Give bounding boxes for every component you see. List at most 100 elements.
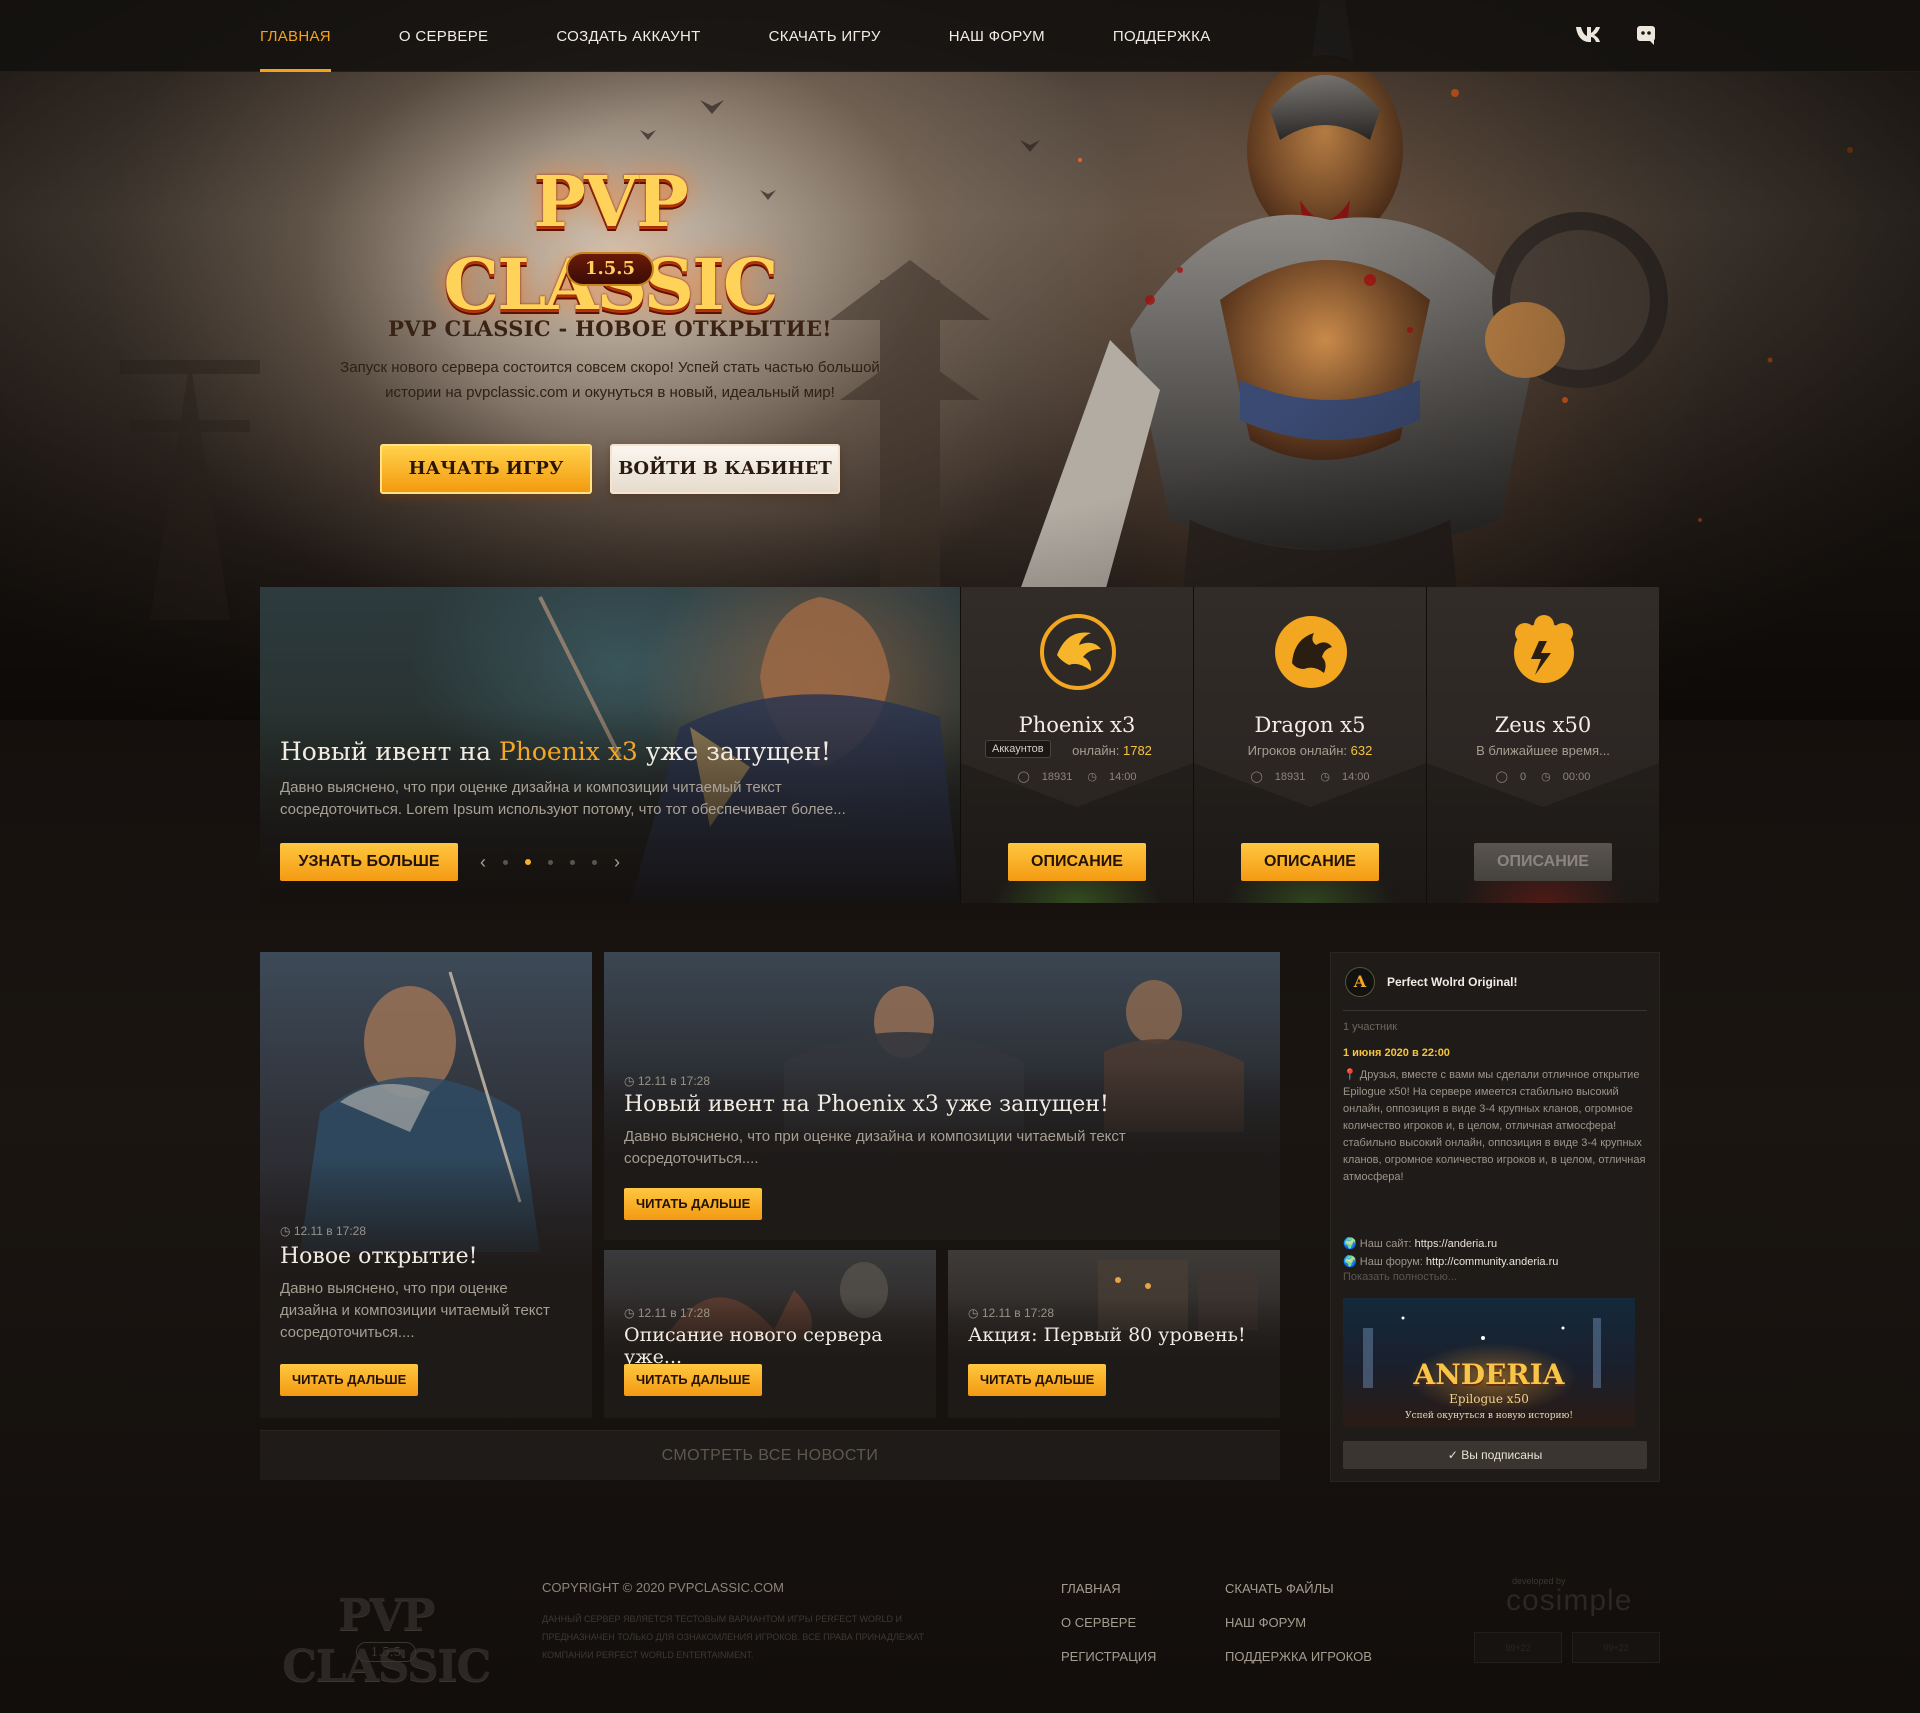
stats-counter[interactable]: 99+22 [1572, 1632, 1660, 1663]
divider [1343, 1010, 1647, 1011]
hero-subtitle-line: истории на pvpclassic.com и окунуться в … [385, 384, 835, 401]
hero-title: PVP CLASSIC - НОВОЕ ОТКРЫТИЕ! [388, 316, 832, 341]
footer-links-col1: ГЛАВНАЯ О СЕРВЕРЕ РЕГИСТРАЦИЯ [1061, 1572, 1156, 1674]
server-online-value: 632 [1350, 743, 1373, 758]
server-description-button[interactable]: ОПИСАНИЕ [1008, 843, 1146, 881]
hero-logo-text: PVP CLASSIC [443, 160, 778, 326]
site-label: Наш сайт: [1359, 1238, 1415, 1250]
zeus-emblem-icon [1514, 615, 1574, 683]
top-navigation-bar: ГЛАВНАЯ О СЕРВЕРЕ СОЗДАТЬ АККАУНТ СКАЧАТ… [0, 0, 1920, 72]
news-title: Акция: Первый 80 уровень! [968, 1324, 1246, 1346]
slider-dot-active[interactable] [525, 859, 531, 865]
slider-title-text: Новый ивент на [280, 737, 499, 766]
server-online: онлайн: 1782 [961, 743, 1193, 758]
subscribed-button[interactable]: ✓ Вы подписаны [1343, 1441, 1647, 1469]
clock-icon: ◷ [968, 1306, 982, 1320]
server-card-zeus: Zeus x50 В ближайшее время... ◯ 0 ◷ 00:00 … [1426, 587, 1659, 903]
show-more-link[interactable]: Показать полностью... [1343, 1271, 1457, 1283]
chevron-left-icon[interactable]: ‹ [480, 853, 486, 871]
discord-icon[interactable] [1632, 24, 1660, 48]
footer-link-forum[interactable]: НАШ ФОРУМ [1225, 1606, 1372, 1640]
server-meta: ◯ 18931 ◷ 14:00 [961, 770, 1193, 783]
slider-title-text: уже запущен! [637, 737, 831, 766]
server-meta: ◯ 0 ◷ 00:00 [1427, 770, 1659, 783]
stats-counter[interactable]: 99+22 [1474, 1632, 1562, 1663]
footer-link-home[interactable]: ГЛАВНАЯ [1061, 1572, 1156, 1606]
hero-logo-version: 1.5.5 [566, 252, 654, 286]
clock-icon: ◷ [1087, 771, 1098, 783]
server-name: Phoenix x3 [1018, 713, 1136, 737]
user-icon: ◯ [1017, 771, 1030, 783]
news-date-text: 12.11 в 17:28 [293, 1224, 367, 1238]
post-image-title: ANDERIA [1413, 1358, 1565, 1391]
pin-icon: 📍 [1343, 1069, 1357, 1081]
forum-link[interactable]: http://community.anderia.ru [1426, 1256, 1558, 1268]
group-avatar[interactable]: A [1345, 967, 1375, 997]
server-description-button-disabled[interactable]: ОПИСАНИЕ [1474, 843, 1612, 881]
clock-icon: ◷ [624, 1074, 638, 1088]
user-icon: ◯ [1495, 771, 1508, 783]
server-online-value: 1782 [1122, 743, 1152, 758]
news-title: Новый ивент на Phoenix x3 уже запущен! [624, 1092, 1109, 1117]
read-more-button[interactable]: ЧИТАТЬ ДАЛЬШЕ [280, 1364, 419, 1396]
slider-dot[interactable] [503, 859, 508, 865]
post-date[interactable]: 1 июня 2020 в 22:00 [1343, 1047, 1450, 1059]
nav-forum[interactable]: НАШ ФОРУМ [949, 0, 1045, 72]
slider-dot[interactable] [592, 859, 597, 865]
all-news-button[interactable]: СМОТРЕТЬ ВСЕ НОВОСТИ [260, 1430, 1280, 1480]
globe-icon: 🌍 [1343, 1256, 1360, 1268]
server-name: Dragon x5 [1254, 713, 1366, 737]
server-accounts: 18931 [1274, 771, 1306, 783]
globe-icon: 🌍 [1343, 1238, 1360, 1250]
nav-home[interactable]: ГЛАВНАЯ [260, 0, 331, 72]
event-slider: Новый ивент на Phoenix x3 уже запущен! Д… [260, 587, 960, 903]
server-description-button[interactable]: ОПИСАНИЕ [1241, 843, 1379, 881]
server-meta: ◯ 18931 ◷ 14:00 [1194, 770, 1426, 783]
news-card-small: ◷ 12.11 в 17:28 Описание нового сервера … [604, 1250, 936, 1418]
vk-icon[interactable] [1574, 24, 1602, 48]
slider-dot[interactable] [548, 859, 553, 865]
main-nav: ГЛАВНАЯ О СЕРВЕРЕ СОЗДАТЬ АККАУНТ СКАЧАТ… [260, 0, 1279, 72]
server-card-dragon: Dragon x5 Игроков онлайн: 632 ◯ 18931 ◷ 14… [1193, 587, 1426, 903]
news-title: Новое открытие! [280, 1244, 478, 1269]
server-time: 14:00 [1109, 771, 1137, 783]
forum-label: Наш форум: [1359, 1256, 1426, 1268]
read-more-button[interactable]: ЧИТАТЬ ДАЛЬШЕ [624, 1188, 763, 1220]
slider-text: Давно выяснено, что при оценке дизайна и… [280, 779, 846, 818]
footer-legal-text: Данный сервер является тестовым варианто… [542, 1614, 925, 1660]
server-accounts: 18931 [1041, 771, 1073, 783]
site-link[interactable]: https://anderia.ru [1415, 1238, 1498, 1250]
server-name: Zeus x50 [1494, 713, 1592, 737]
read-more-button[interactable]: ЧИТАТЬ ДАЛЬШЕ [624, 1364, 763, 1396]
news-date: ◷ 12.11 в 17:28 [968, 1306, 1054, 1320]
server-online-label: В ближайшее время... [1476, 743, 1610, 758]
server-time: 14:00 [1342, 771, 1370, 783]
login-cabinet-button[interactable]: ВОЙТИ В КАБИНЕТ [610, 444, 840, 494]
user-icon: ◯ [1250, 771, 1263, 783]
news-title: Описание нового сервера уже... [624, 1324, 883, 1368]
clock-icon: ◷ [1541, 771, 1551, 783]
hero-subtitle: Запуск нового сервера состоится совсем с… [310, 355, 910, 405]
group-name[interactable]: Perfect Wolrd Original! [1387, 975, 1517, 989]
news-date: ◷ 12.11 в 17:28 [624, 1306, 710, 1320]
slider-dot[interactable] [570, 859, 575, 865]
post-image[interactable]: ANDERIA Epilogue x50 Успей окунуться в н… [1343, 1298, 1635, 1426]
developer-logo[interactable]: cosimple [1506, 1584, 1632, 1618]
nav-download-game[interactable]: СКАЧАТЬ ИГРУ [769, 0, 881, 72]
footer-link-support[interactable]: ПОДДЕРЖКА ИГРОКОВ [1225, 1640, 1372, 1674]
clock-icon: ◷ [1320, 771, 1331, 783]
site-link-row: 🌍 Наш сайт: https://anderia.ru [1343, 1235, 1647, 1253]
nav-create-account[interactable]: СОЗДАТЬ АККАУНТ [556, 0, 700, 72]
footer-link-about[interactable]: О СЕРВЕРЕ [1061, 1606, 1156, 1640]
learn-more-button[interactable]: УЗНАТЬ БОЛЬШЕ [280, 843, 458, 881]
hero-logo: PVP CLASSIC 1.5.5 [370, 140, 850, 326]
footer-logo-text: PVP CLASSIC [282, 1590, 491, 1692]
read-more-button[interactable]: ЧИТАТЬ ДАЛЬШЕ [968, 1364, 1107, 1396]
chevron-right-icon[interactable]: › [614, 853, 620, 871]
footer-link-register[interactable]: РЕГИСТРАЦИЯ [1061, 1640, 1156, 1674]
nav-about-server[interactable]: О СЕРВЕРЕ [399, 0, 488, 72]
footer-link-download[interactable]: СКАЧАТЬ ФАЙЛЫ [1225, 1572, 1372, 1606]
start-game-button[interactable]: НАЧАТЬ ИГРУ [380, 444, 592, 494]
nav-support[interactable]: ПОДДЕРЖКА [1113, 0, 1211, 72]
footer-logo[interactable]: PVP CLASSIC 1.5.5 [256, 1590, 516, 1692]
